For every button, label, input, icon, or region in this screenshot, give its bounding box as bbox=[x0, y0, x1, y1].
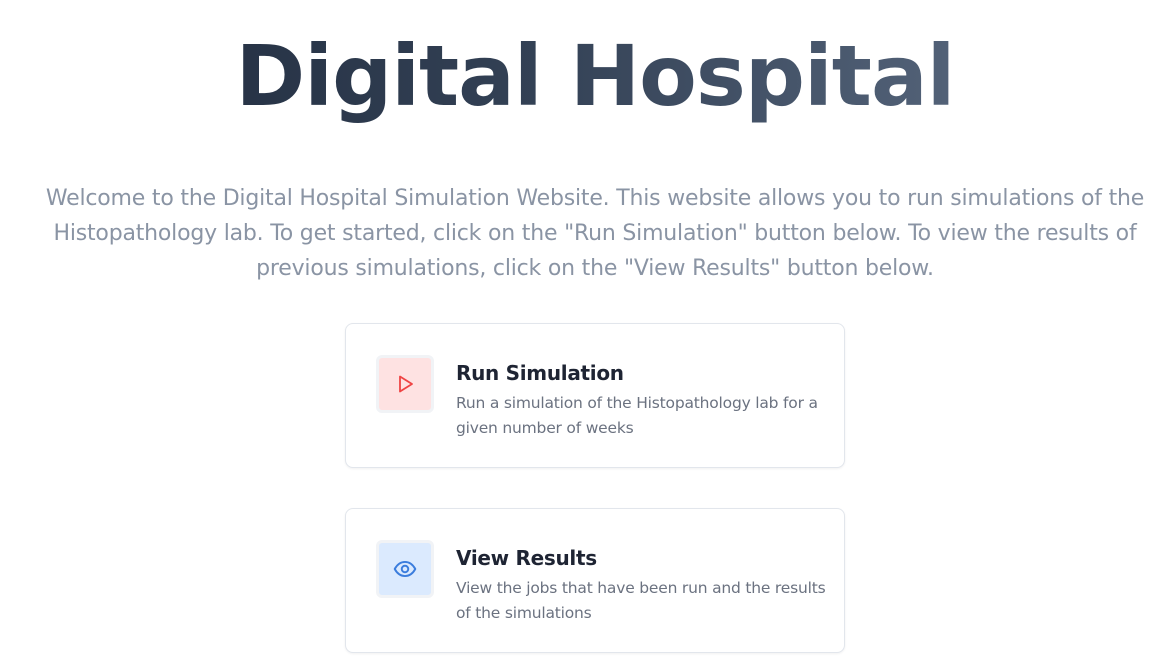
play-icon bbox=[393, 372, 417, 396]
run-simulation-description: Run a simulation of the Histopathology l… bbox=[456, 394, 818, 437]
view-results-card[interactable]: View Results View the jobs that have bee… bbox=[345, 508, 845, 653]
run-simulation-icon-box bbox=[376, 355, 434, 413]
run-simulation-card[interactable]: Run Simulation Run a simulation of the H… bbox=[345, 323, 845, 468]
view-results-title: View Results bbox=[456, 546, 597, 570]
view-results-icon-box bbox=[376, 540, 434, 598]
page-title: Digital Hospital bbox=[0, 24, 1167, 128]
page: Digital Hospital Welcome to the Digital … bbox=[0, 0, 1167, 672]
view-results-description: View the jobs that have been run and the… bbox=[456, 579, 826, 622]
intro-text: Welcome to the Digital Hospital Simulati… bbox=[45, 186, 1145, 281]
eye-icon bbox=[392, 556, 418, 582]
run-simulation-title: Run Simulation bbox=[456, 361, 624, 385]
